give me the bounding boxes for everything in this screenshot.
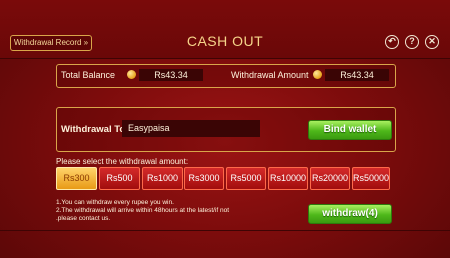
withdrawal-amount-value: Rs43.34 bbox=[325, 69, 389, 81]
amount-option-50000[interactable]: Rs50000 bbox=[352, 167, 390, 190]
total-balance-value: Rs43.34 bbox=[139, 69, 203, 81]
bottom-divider bbox=[0, 230, 450, 231]
amount-option-300[interactable]: Rs300 bbox=[56, 167, 97, 190]
help-icon[interactable]: ? bbox=[405, 35, 419, 49]
coin-icon bbox=[127, 70, 136, 79]
amount-option-10000[interactable]: Rs10000 bbox=[268, 167, 308, 190]
total-balance-label: Total Balance bbox=[61, 70, 116, 80]
withdrawal-amount-label: Withdrawal Amount bbox=[231, 70, 309, 80]
withdrawal-to-label: Withdrawal To bbox=[61, 124, 126, 135]
amount-option-500[interactable]: Rs500 bbox=[99, 167, 140, 190]
amount-option-20000[interactable]: Rs20000 bbox=[310, 167, 350, 190]
amount-option-1000[interactable]: Rs1000 bbox=[142, 167, 183, 190]
withdraw-button[interactable]: withdraw(4) bbox=[308, 204, 392, 224]
note-line-3: .please contact us. bbox=[56, 215, 111, 222]
coin-icon bbox=[313, 70, 322, 79]
bind-wallet-button[interactable]: Bind wallet bbox=[308, 120, 392, 140]
withdrawal-method-field[interactable]: Easypaisa bbox=[122, 120, 260, 137]
amount-prompt: Please select the withdrawal amount: bbox=[56, 157, 189, 166]
close-icon[interactable]: ✕ bbox=[425, 35, 439, 49]
back-icon[interactable]: ↶ bbox=[385, 35, 399, 49]
cashout-screen: Withdrawal Record » CASH OUT ↶ ? ✕ Total… bbox=[0, 0, 450, 258]
amount-option-3000[interactable]: Rs3000 bbox=[184, 167, 224, 190]
amount-option-5000[interactable]: Rs5000 bbox=[226, 167, 266, 190]
note-line-2: 2.The withdrawal will arrive within 48ho… bbox=[56, 207, 230, 214]
page-title: CASH OUT bbox=[186, 33, 264, 49]
note-line-1: 1.You can withdraw every rupee you win. bbox=[56, 199, 174, 206]
